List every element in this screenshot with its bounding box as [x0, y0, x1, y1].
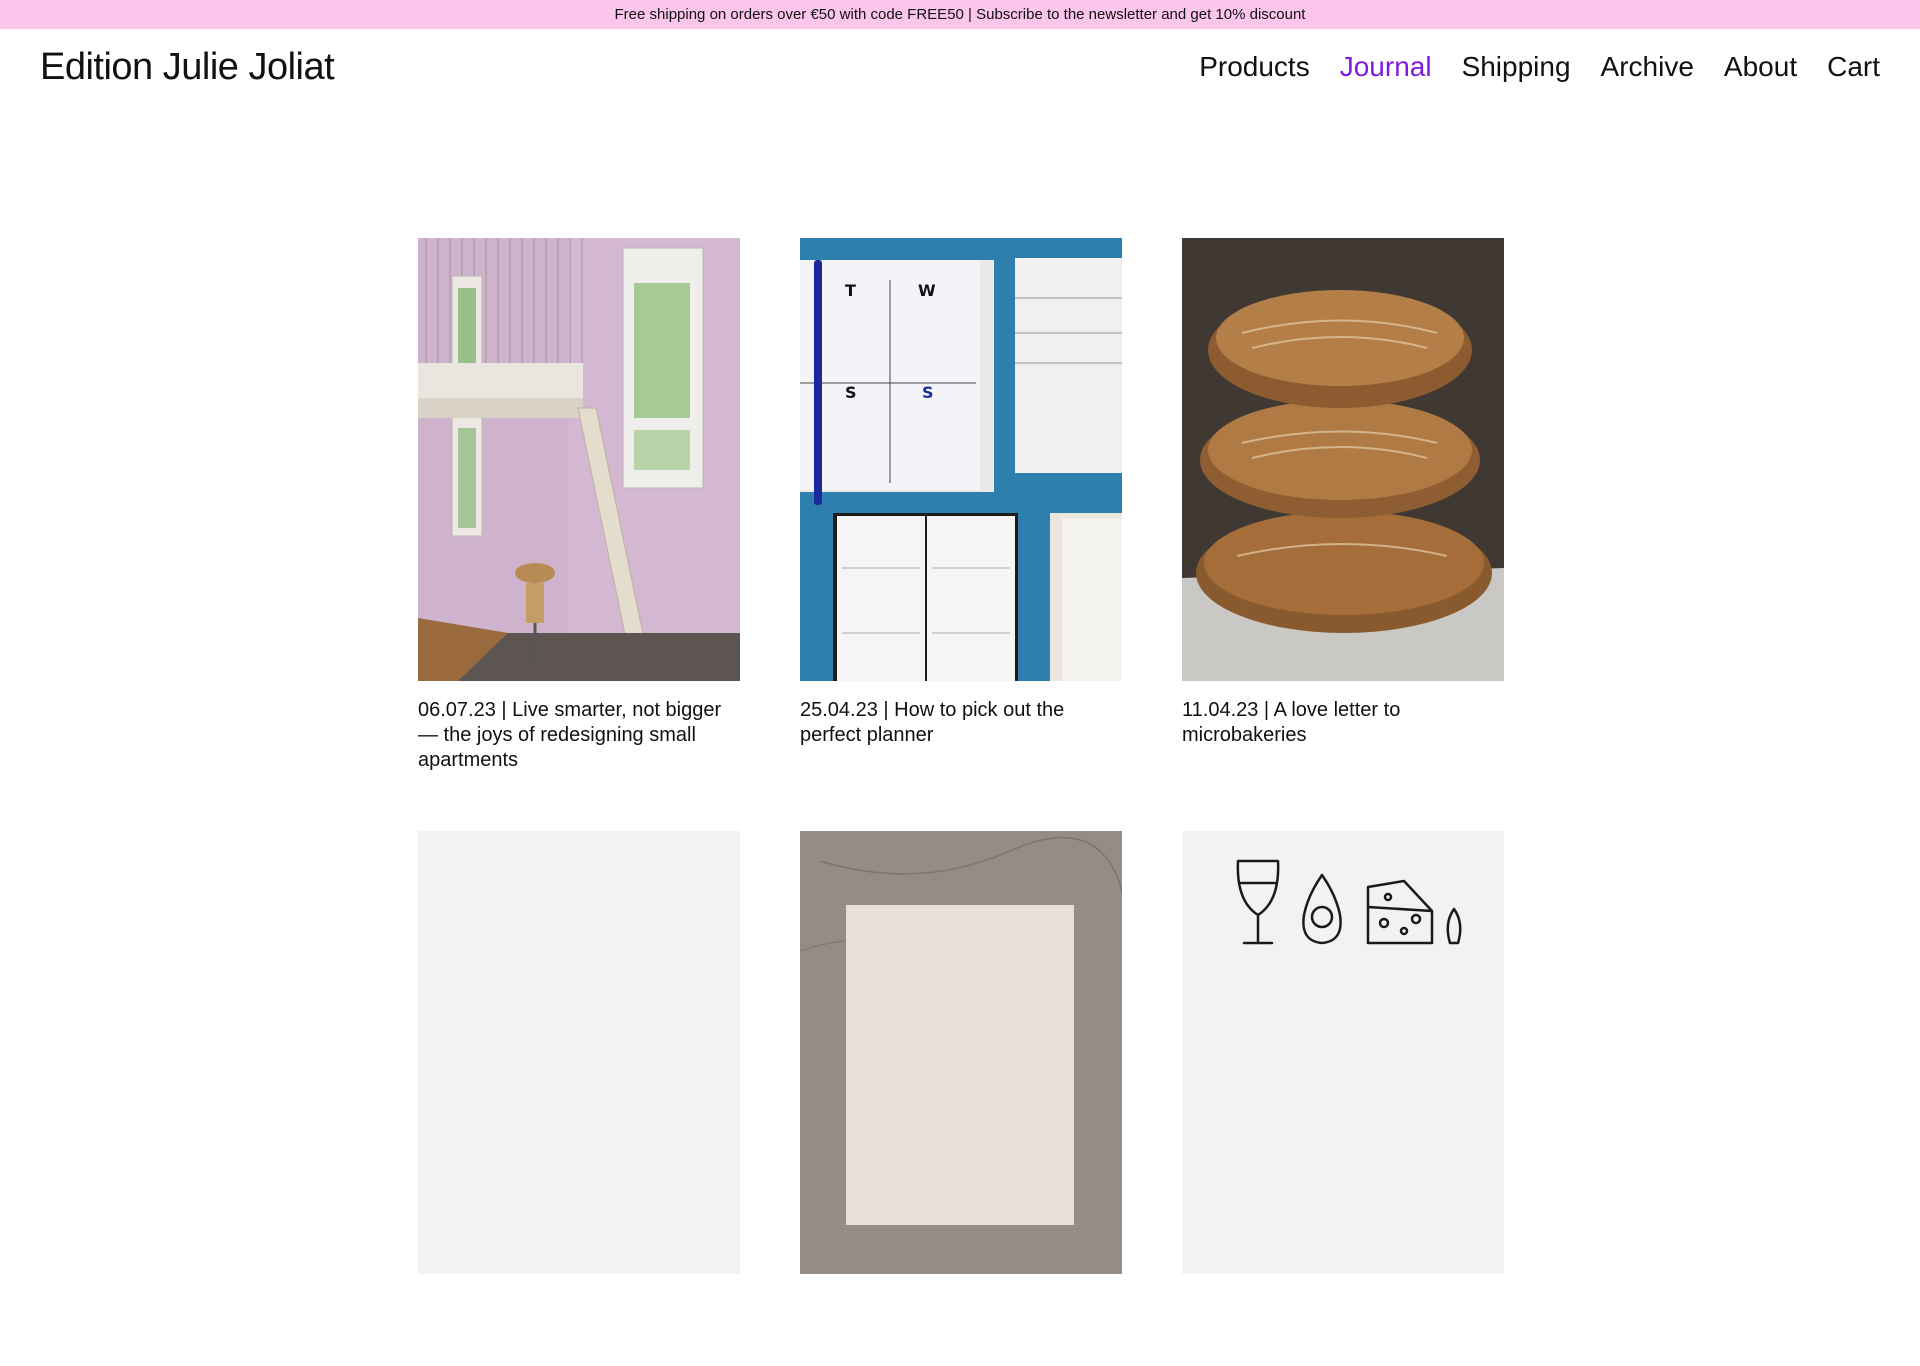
loft-bed-room-photo[interactable] [418, 238, 740, 681]
nav-about[interactable]: About [1724, 51, 1797, 83]
post-caption [1182, 1291, 1504, 1366]
promo-text: Free shipping on orders over €50 with co… [614, 6, 1306, 23]
book-on-concrete-image [800, 831, 1122, 1274]
journal-grid: 06.07.23 | Live smarter, not bigger — th… [418, 238, 1504, 1366]
journal-card[interactable]: T W S S 25.04.23 | How to pick out the p… [800, 238, 1122, 773]
blank-placeholder[interactable] [418, 831, 740, 1274]
svg-text:S: S [845, 383, 857, 402]
planners-image: T W S S [800, 238, 1122, 681]
food-icons-image [1182, 831, 1504, 1274]
post-caption: 06.07.23 | Live smarter, not bigger — th… [418, 699, 722, 771]
loft-bed-room-image [418, 238, 740, 681]
stacked-bread-photo[interactable] [1182, 238, 1504, 681]
post-caption: 25.04.23 | How to pick out the perfect p… [800, 699, 1065, 746]
food-icons-illustration[interactable] [1182, 831, 1504, 1274]
journal-card[interactable]: 06.07.23 | Live smarter, not bigger — th… [418, 238, 740, 773]
site-logo[interactable]: Edition Julie Joliat [40, 46, 335, 89]
nav-cart[interactable]: Cart [1827, 51, 1880, 83]
book-on-concrete-photo[interactable] [800, 831, 1122, 1274]
nav-shipping[interactable]: Shipping [1462, 51, 1571, 83]
post-caption: 11.04.23 | A love letter to microbakerie… [1182, 699, 1401, 746]
journal-card[interactable] [418, 831, 740, 1366]
svg-text:W: W [918, 281, 936, 300]
journal-card[interactable]: 11.04.23 | A love letter to microbakerie… [1182, 238, 1504, 773]
post-caption [800, 1291, 1122, 1366]
promo-banner[interactable]: Free shipping on orders over €50 with co… [0, 0, 1920, 29]
nav-archive[interactable]: Archive [1601, 51, 1694, 83]
planners-on-blue-photo[interactable]: T W S S [800, 238, 1122, 681]
nav-products[interactable]: Products [1199, 51, 1310, 83]
svg-text:T: T [845, 281, 856, 300]
journal-card[interactable] [800, 831, 1122, 1366]
bread-image [1182, 238, 1504, 681]
nav-journal[interactable]: Journal [1340, 51, 1432, 83]
svg-text:S: S [922, 383, 934, 402]
main-nav: Products Journal Shipping Archive About … [1199, 51, 1880, 83]
journal-card[interactable] [1182, 831, 1504, 1366]
post-caption [418, 1291, 740, 1366]
site-header: Edition Julie Joliat Products Journal Sh… [0, 29, 1920, 109]
